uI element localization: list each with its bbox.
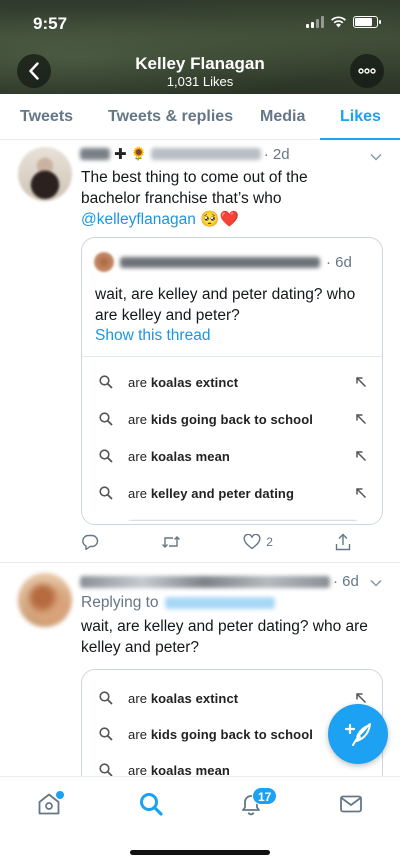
tweet-text-line: The best thing to come out of the xyxy=(81,169,308,186)
replying-to: Replying to xyxy=(81,594,275,612)
nav-search[interactable] xyxy=(138,791,164,817)
mention-link[interactable]: @kelleyflanagan xyxy=(81,211,196,228)
quoted-tweet-meta: · 6d xyxy=(94,252,352,272)
profile-header: 9:57 Kelley Flanagan 1,031 Likes xyxy=(0,0,400,94)
blurred-handle xyxy=(150,148,261,160)
sunflower-icon: 🌻 xyxy=(130,146,147,161)
search-suggestion-text: are kelley and peter dating xyxy=(128,485,294,501)
quoted-tweet[interactable]: · 6d wait, are kelley and peter dating? … xyxy=(81,237,383,525)
status-time: 9:57 xyxy=(33,14,68,33)
search-icon xyxy=(99,449,113,463)
reply-button[interactable] xyxy=(81,533,99,551)
search-suggestion-text: are kids going back to school xyxy=(128,411,313,427)
retweet-button[interactable] xyxy=(161,534,181,550)
tweet-text: wait, are kelley and peter dating? who a… xyxy=(81,618,368,656)
avatar[interactable] xyxy=(18,147,72,201)
battery-icon xyxy=(353,16,381,28)
arrow-up-left-icon xyxy=(356,693,367,704)
search-icon xyxy=(140,793,163,816)
search-suggestions-image: are koalas extinct are kids going back t… xyxy=(82,356,382,524)
tweet-time: · 2d xyxy=(263,145,290,163)
signal-icon xyxy=(306,16,324,28)
share-button[interactable] xyxy=(335,533,351,551)
quoted-tweet-time: · 6d xyxy=(326,253,352,271)
mail-icon xyxy=(340,795,362,813)
tab-likes[interactable]: Likes xyxy=(340,108,381,126)
search-icon xyxy=(99,486,113,500)
emoji: 🥺❤️ xyxy=(200,211,239,228)
search-suggestion-text: are koalas extinct xyxy=(128,690,239,706)
compose-tweet-button[interactable] xyxy=(328,704,388,764)
quoted-tweet-text: wait, are kelley and peter dating? who a… xyxy=(95,286,356,324)
tab-media[interactable]: Media xyxy=(260,108,305,126)
status-icons xyxy=(306,16,381,28)
profile-name: Kelley Flanagan xyxy=(135,54,265,73)
like-button[interactable]: 2 xyxy=(243,534,273,550)
search-icon xyxy=(99,727,113,741)
home-new-indicator xyxy=(56,791,64,799)
search-suggestion-text: are kids going back to school xyxy=(128,726,313,742)
cut-off-suggestion xyxy=(128,515,358,521)
search-icon xyxy=(99,763,113,777)
search-suggestion-row: are kelley and peter dating xyxy=(82,475,382,511)
arrow-up-left-icon xyxy=(356,377,367,388)
search-suggestion-text: are koalas mean xyxy=(128,448,230,464)
home-indicator xyxy=(130,850,270,855)
blurred-reply-handle[interactable] xyxy=(164,597,275,609)
wifi-icon xyxy=(331,16,346,28)
search-suggestion-row: are koalas mean xyxy=(82,438,382,474)
blurred-quoted-name xyxy=(120,256,320,268)
retweet-icon xyxy=(162,536,181,548)
tab-tweets[interactable]: Tweets xyxy=(20,108,73,126)
tweet-text-line: bachelor franchise that’s who xyxy=(81,190,282,207)
nav-messages[interactable] xyxy=(338,791,364,817)
arrow-up-left-icon xyxy=(356,451,367,462)
search-icon xyxy=(99,412,113,426)
blurred-user-name xyxy=(80,575,330,588)
search-suggestion-text: are koalas extinct xyxy=(128,374,239,390)
cross-icon: ✚ xyxy=(114,146,127,163)
show-thread-link[interactable]: Show this thread xyxy=(95,327,210,345)
search-icon xyxy=(99,691,113,705)
chevron-down-icon[interactable] xyxy=(370,151,382,163)
notification-badge: 17 xyxy=(252,787,278,805)
tab-tweets-replies[interactable]: Tweets & replies xyxy=(108,108,233,126)
search-icon xyxy=(99,375,113,389)
reply-icon xyxy=(82,534,99,551)
heart-icon xyxy=(243,534,261,550)
like-count: 2 xyxy=(266,535,273,549)
tweet-card[interactable]: ✚ 🌻 · 2d The best thing to come out of t… xyxy=(0,141,400,563)
active-tab-indicator xyxy=(320,138,400,140)
chevron-down-icon[interactable] xyxy=(370,577,382,589)
tweet-meta: · 6d xyxy=(80,573,359,590)
compose-feather-icon xyxy=(344,723,371,746)
tweet-meta: ✚ 🌻 · 2d xyxy=(80,145,290,163)
search-suggestion-row: are kids going back to school xyxy=(82,401,382,437)
arrow-up-left-icon xyxy=(356,414,367,425)
profile-likes-count: 1,031 Likes xyxy=(166,74,234,89)
more-icon xyxy=(358,68,376,74)
blurred-display-name xyxy=(80,148,110,160)
arrow-up-left-icon xyxy=(356,488,367,499)
tweet-actions: 2 xyxy=(81,533,351,551)
quoted-avatar xyxy=(94,252,114,272)
search-suggestion-row: are koalas extinct xyxy=(82,364,382,400)
tweet-text: The best thing to come out of the bachel… xyxy=(81,167,381,230)
more-options-button[interactable] xyxy=(350,54,384,88)
tweet-time: · 6d xyxy=(333,573,359,590)
replying-to-label: Replying to xyxy=(81,594,159,611)
avatar[interactable] xyxy=(18,573,72,627)
share-icon xyxy=(335,533,351,551)
profile-tabs: Tweets Tweets & replies Media Likes xyxy=(0,94,400,140)
